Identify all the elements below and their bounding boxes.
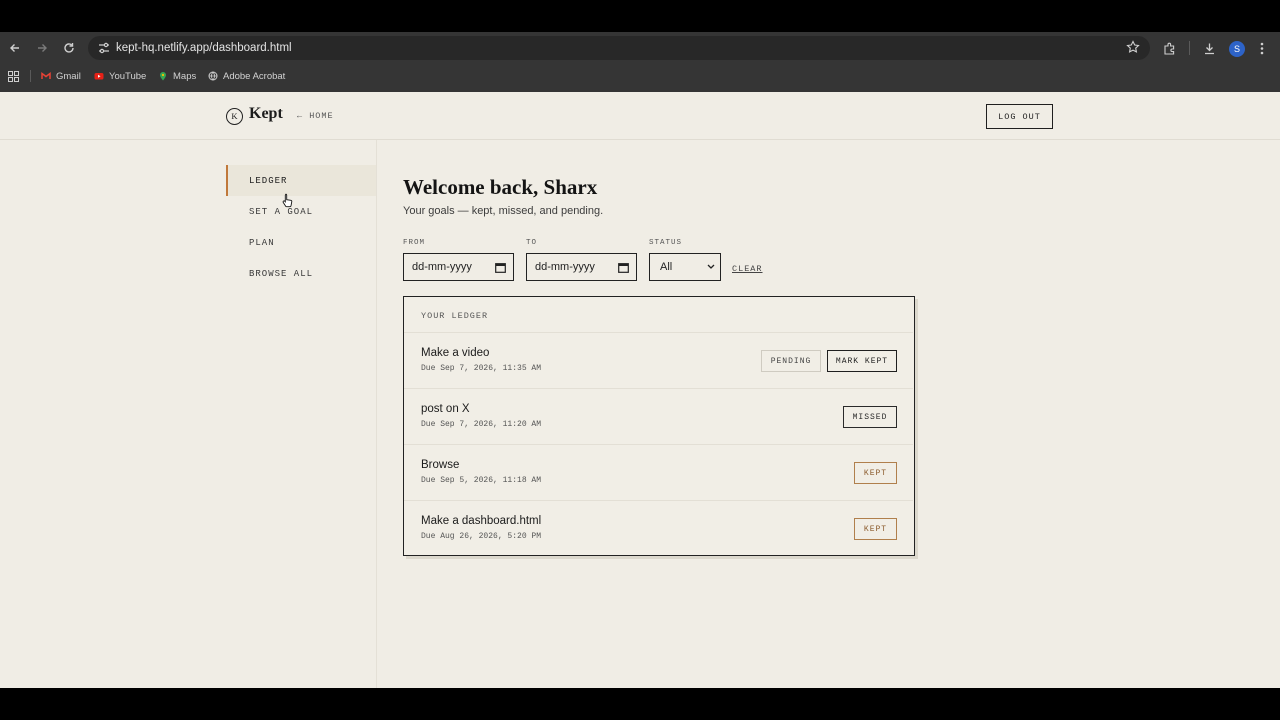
goal-due-date: Due Sep 7, 2026, 11:20 AM [421,420,542,429]
screen-top-bar [0,0,1280,32]
mark-kept-button[interactable]: MARK KEPT [827,350,897,372]
status-badge-kept: KEPT [854,518,897,540]
youtube-icon [94,73,104,80]
bookmark-label: Maps [173,70,197,82]
ledger-row: Make a dashboard.html Due Aug 26, 2026, … [404,500,913,556]
calendar-icon[interactable] [495,262,506,273]
chevron-down-icon [707,264,715,269]
bookmark-star-icon[interactable] [1126,40,1140,54]
goal-title: post on X [421,403,470,415]
goal-title: Make a dashboard.html [421,515,542,527]
toolbar-separator [1186,32,1192,64]
bookmark-maps[interactable]: Maps [158,64,196,88]
dashboard-page: K Kept ← HOME LOG OUT LEDGER SET A GOAL … [0,92,1280,688]
home-link[interactable]: ← HOME [297,111,334,121]
bookmark-label: Gmail [56,70,81,82]
sidebar-nav: LEDGER SET A GOAL PLAN BROWSE ALL [226,165,376,289]
sidebar-item-ledger[interactable]: LEDGER [226,165,376,196]
forward-icon[interactable] [33,32,51,64]
sidebar-item-plan[interactable]: PLAN [226,227,376,258]
ledger-row: Browse Due Sep 5, 2026, 11:18 AM KEPT [404,444,913,500]
status-badge-missed: MISSED [843,406,897,428]
page-title: Welcome back, Sharx [403,175,598,199]
profile-avatar[interactable]: S [1229,41,1245,57]
status-badge-pending: PENDING [761,350,821,372]
sidebar-item-set-a-goal[interactable]: SET A GOAL [226,196,376,227]
address-bar[interactable]: kept-hq.netlify.app/dashboard.html [88,36,1150,60]
goal-due-date: Due Sep 7, 2026, 11:35 AM [421,364,542,373]
bookmark-youtube[interactable]: YouTube [94,64,146,88]
mouse-pointer-icon [282,193,293,208]
site-header: K Kept ← HOME LOG OUT [0,92,1280,140]
reload-icon[interactable] [60,32,78,64]
status-label: STATUS [649,239,683,247]
status-select[interactable]: All [649,253,721,281]
goal-due-date: Due Aug 26, 2026, 5:20 PM [421,532,542,541]
goal-title: Browse [421,459,460,471]
from-date-placeholder: dd-mm-yyyy [412,261,472,273]
status-select-value: All [660,261,673,273]
apps-grid-icon[interactable] [6,64,20,88]
bookmark-adobe-acrobat[interactable]: Adobe Acrobat [208,64,285,88]
globe-icon [208,71,218,81]
bookmark-label: YouTube [109,70,147,82]
url-text[interactable]: kept-hq.netlify.app/dashboard.html [116,36,292,60]
to-label: TO [526,239,538,247]
bookmark-label: Adobe Acrobat [223,70,286,82]
ledger-title: YOUR LEDGER [421,311,489,321]
logo-text[interactable]: Kept [249,105,283,123]
ledger-card: YOUR LEDGER Make a video Due Sep 7, 2026… [403,296,915,556]
ledger-row: post on X Due Sep 7, 2026, 11:20 AM MISS… [404,388,913,444]
maps-icon [160,72,166,81]
logo-mark-icon: K [226,108,243,125]
clear-filters-link[interactable]: CLEAR [732,264,763,274]
to-date-input[interactable]: dd-mm-yyyy [526,253,637,281]
downloads-icon[interactable] [1200,32,1218,64]
bookmark-gmail[interactable]: Gmail [41,64,81,88]
to-date-placeholder: dd-mm-yyyy [535,261,595,273]
goal-title: Make a video [421,347,490,359]
back-icon[interactable] [6,32,24,64]
page-subtitle: Your goals — kept, missed, and pending. [403,205,604,217]
gmail-icon [41,72,51,79]
calendar-icon[interactable] [618,262,629,273]
goal-due-date: Due Sep 5, 2026, 11:18 AM [421,476,542,485]
extensions-icon[interactable] [1160,32,1178,64]
from-date-input[interactable]: dd-mm-yyyy [403,253,514,281]
ledger-row: Make a video Due Sep 7, 2026, 11:35 AM P… [404,332,913,388]
from-label: FROM [403,239,426,247]
bookmarks-separator [30,70,31,82]
sidebar-divider [376,140,377,688]
screen-bottom-bar [0,688,1280,720]
site-info-icon[interactable] [96,40,112,56]
status-badge-kept: KEPT [854,462,897,484]
sidebar-item-browse-all[interactable]: BROWSE ALL [226,258,376,289]
logout-button[interactable]: LOG OUT [986,104,1053,129]
more-menu-icon[interactable] [1255,32,1269,64]
